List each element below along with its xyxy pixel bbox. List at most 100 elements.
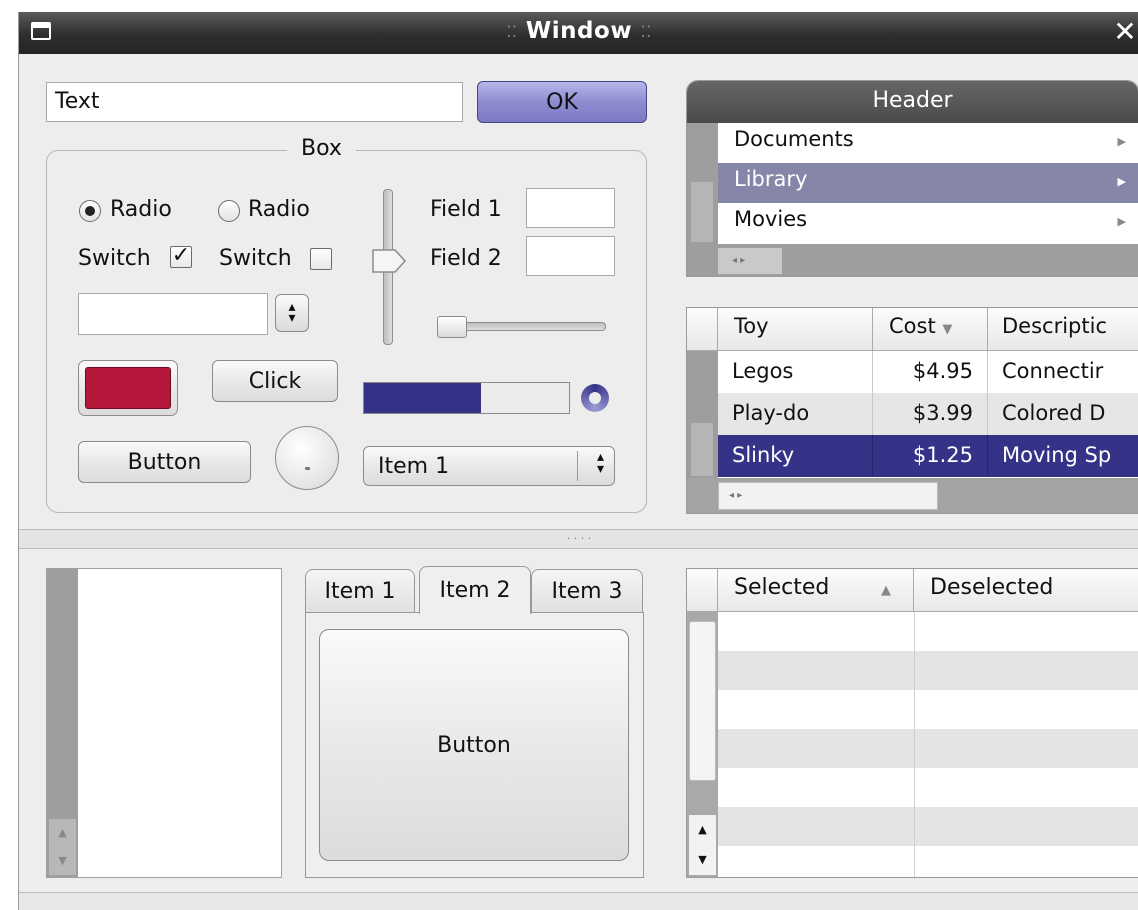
spin-stepper[interactable]: ▴ ▾: [275, 294, 309, 332]
table-row[interactable]: [718, 846, 1138, 877]
field-1-input[interactable]: [526, 188, 615, 228]
field-1-label: Field 1: [430, 197, 502, 222]
button[interactable]: Button: [78, 441, 251, 483]
dial-knob[interactable]: [275, 426, 339, 490]
sort-descending-icon: ▼: [942, 322, 953, 337]
table-row[interactable]: Legos $4.95 Connectir: [718, 351, 1138, 393]
cell-description: Colored D: [988, 393, 1138, 435]
scroll-up-icon[interactable]: ▲: [49, 819, 76, 847]
grip-icon: ⁚⁚: [506, 22, 518, 41]
table-row[interactable]: [718, 651, 1138, 690]
column-header-deselected[interactable]: Deselected: [914, 569, 1138, 612]
spinner-icon: [581, 384, 609, 412]
spin-input[interactable]: [78, 293, 268, 335]
table-row[interactable]: [718, 729, 1138, 768]
column-header-cost[interactable]: Cost ▼: [873, 308, 988, 351]
item-select[interactable]: Item 1 ▴ ▾: [363, 446, 615, 486]
cell-toy: Play-do: [718, 393, 873, 435]
table-row[interactable]: [718, 612, 1138, 651]
selection-table: Selected ▲ Deselected ▲ ▼: [686, 568, 1138, 878]
color-button[interactable]: [78, 360, 178, 416]
tab-label: Item 3: [551, 579, 623, 604]
tab-item-1[interactable]: Item 1: [305, 569, 415, 613]
text-input-value: Text: [55, 89, 100, 114]
item-select-value: Item 1: [378, 453, 450, 479]
column-divider: [914, 729, 915, 768]
menu-list-header: Header: [687, 81, 1138, 123]
column-divider: [914, 768, 915, 807]
switch-1-checkbox[interactable]: ✓: [170, 243, 192, 268]
scroll-down-icon[interactable]: [691, 449, 713, 476]
scroll-up-icon[interactable]: [691, 182, 713, 212]
close-icon[interactable]: ✕: [1111, 15, 1138, 48]
column-header-description[interactable]: Descriptic: [988, 308, 1138, 351]
click-button-label: Click: [248, 368, 302, 394]
switch-2-label: Switch: [219, 246, 292, 271]
menu-item-documents[interactable]: Documents ▶: [718, 123, 1138, 163]
window: ⁚⁚ Window ⁚⁚ ✕ Text OK Box Radio Radio S…: [18, 12, 1138, 910]
scroll-up-icon[interactable]: ▲: [689, 815, 716, 845]
scroll-down-icon[interactable]: ▼: [689, 845, 716, 875]
cell-cost: $3.99: [873, 393, 988, 435]
tab-label: Item 1: [324, 579, 396, 604]
color-swatch: [85, 367, 171, 409]
column-divider: [914, 612, 915, 651]
cell-toy: Slinky: [718, 435, 873, 477]
checkmark-icon: ✓: [171, 243, 191, 268]
table-row[interactable]: [718, 768, 1138, 807]
menu-list: Header Documents ▶ Library ▶ Movies ▶ ◂ …: [686, 80, 1138, 277]
column-header-selected[interactable]: Selected ▲: [718, 569, 914, 612]
column-header-label: Toy: [734, 314, 769, 338]
toy-table: Toy Cost ▼ Descriptic Legos $4.95 Connecti…: [686, 307, 1138, 514]
table-row[interactable]: Slinky $1.25 Moving Sp: [718, 435, 1138, 477]
scroll-down-icon[interactable]: [691, 212, 713, 242]
row-header-corner: [687, 569, 718, 612]
click-button[interactable]: Click: [212, 360, 338, 402]
radio-1[interactable]: [79, 200, 101, 222]
cell-description: Connectir: [988, 351, 1138, 393]
vertical-slider-thumb[interactable]: [371, 248, 407, 274]
menu-item-label: Library: [734, 167, 808, 191]
scroll-up-icon[interactable]: [691, 423, 713, 449]
text-input[interactable]: Text: [46, 82, 463, 122]
tab-item-3[interactable]: Item 3: [531, 569, 643, 613]
field-2-input[interactable]: [526, 236, 615, 276]
ok-button-label: OK: [546, 89, 578, 115]
horizontal-slider-thumb[interactable]: [437, 316, 467, 338]
title-bar[interactable]: ⁚⁚ Window ⁚⁚ ✕: [19, 12, 1138, 54]
box-legend: Box: [287, 136, 356, 161]
horizontal-scroll-thumb[interactable]: ◂ ▸: [718, 482, 938, 510]
sort-ascending-icon: ▲: [881, 583, 891, 598]
radio-dot: [85, 206, 95, 216]
table-row[interactable]: [718, 807, 1138, 846]
tab-item-2[interactable]: Item 2: [419, 566, 531, 614]
chevron-down-icon: ▾: [288, 310, 296, 326]
progress-bar: [363, 382, 570, 414]
scroll-arrows-icon[interactable]: ◂ ▸: [718, 248, 782, 274]
column-divider: [914, 846, 915, 877]
menu-item-library[interactable]: Library ▶: [718, 163, 1138, 203]
tab-label: Item 2: [439, 578, 511, 603]
column-header-label: Descriptic: [1002, 314, 1107, 338]
radio-2[interactable]: [218, 200, 240, 222]
table-row[interactable]: Play-do $3.99 Colored D: [718, 393, 1138, 435]
menu-item-label: Documents: [734, 127, 854, 151]
switch-2-checkbox[interactable]: [310, 248, 332, 270]
select-divider: [577, 451, 578, 481]
ok-button[interactable]: OK: [477, 81, 647, 123]
column-header-toy[interactable]: Toy: [718, 308, 873, 351]
vertical-scroll-thumb[interactable]: [689, 621, 716, 781]
grip-icon: ⁚⁚: [640, 22, 652, 41]
table-row[interactable]: [718, 690, 1138, 729]
column-divider: [914, 690, 915, 729]
column-divider: [914, 651, 915, 690]
horizontal-slider-track[interactable]: [449, 322, 606, 331]
menu-item-movies[interactable]: Movies ▶: [718, 203, 1138, 244]
scroll-down-icon[interactable]: ▼: [49, 847, 76, 875]
empty-list[interactable]: ▲ ▼: [46, 568, 282, 878]
tab-panel: Button: [305, 612, 644, 878]
panel-button[interactable]: Button: [319, 629, 629, 861]
splitter-handle[interactable]: · · · ·: [19, 529, 1138, 549]
select-chevron-icon: ▴ ▾: [596, 449, 604, 477]
menu-item-label: Movies: [734, 207, 808, 231]
